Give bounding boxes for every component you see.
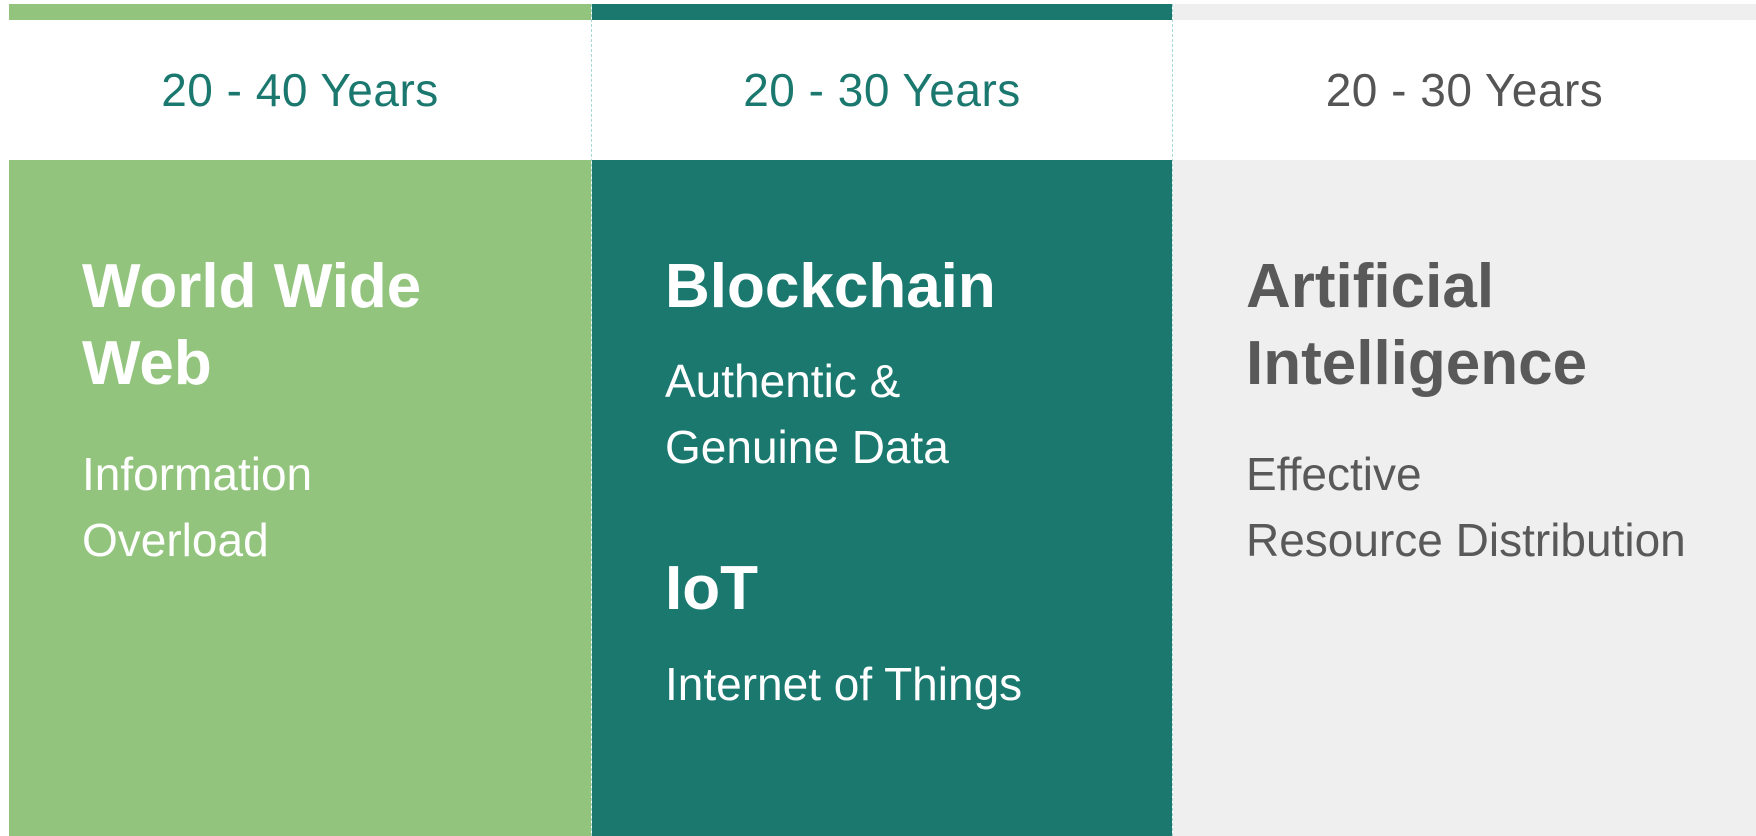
technology-description-line: Authentic & [665, 355, 901, 407]
technology-title: World Wide Web [82, 248, 421, 402]
duration-label: 20 - 30 Years [592, 20, 1172, 160]
technology-description: Information Overload [82, 441, 312, 573]
technology-title-line: Artificial [1246, 252, 1495, 321]
column-artificial-intelligence: 20 - 30 Years Artificial Intelligence Ef… [1173, 4, 1756, 836]
technology-title-line: Web [82, 329, 212, 398]
technology-description-line: Internet of Things [665, 658, 1023, 710]
duration-label: 20 - 30 Years [1173, 20, 1756, 160]
column-accent-bar [1173, 4, 1756, 20]
technology-title-line: Intelligence [1246, 329, 1588, 398]
technology-title-line: IoT [665, 554, 758, 623]
technology-description-line: Effective [1246, 448, 1422, 500]
technology-title: Artificial Intelligence [1246, 248, 1587, 402]
technology-title: IoT [665, 550, 758, 627]
technology-description-line: Information [82, 448, 313, 500]
technology-title-line: World Wide [82, 252, 422, 321]
column-accent-bar [592, 4, 1172, 20]
technology-panel: Blockchain Authentic & Genuine Data IoT … [592, 160, 1172, 836]
duration-label: 20 - 40 Years [9, 20, 591, 160]
technology-description: Authentic & Genuine Data [665, 348, 949, 480]
column-accent-bar [9, 4, 591, 20]
technology-description: Effective Resource Distribution [1246, 441, 1686, 573]
technology-description: Internet of Things [665, 651, 1022, 717]
technology-description-line: Resource Distribution [1246, 514, 1686, 566]
column-blockchain-iot: 20 - 30 Years Blockchain Authentic & Gen… [591, 4, 1173, 836]
technology-description-line: Overload [82, 514, 269, 566]
technology-title-line: Blockchain [665, 252, 996, 321]
technology-timeline: 20 - 40 Years World Wide Web Information… [9, 4, 1756, 836]
technology-panel: Artificial Intelligence Effective Resour… [1173, 160, 1756, 836]
technology-description-line: Genuine Data [665, 421, 949, 473]
technology-title: Blockchain [665, 248, 996, 325]
technology-panel: World Wide Web Information Overload [9, 160, 591, 836]
column-world-wide-web: 20 - 40 Years World Wide Web Information… [9, 4, 591, 836]
